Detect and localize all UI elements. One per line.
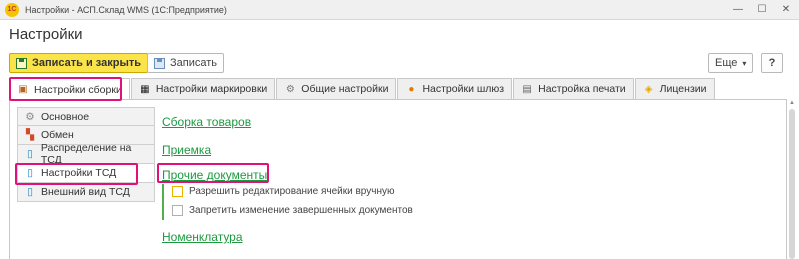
mobile-device-icon: ▯: [27, 186, 33, 198]
tab-gateway-settings[interactable]: ● Настройки шлюз: [397, 78, 513, 99]
settings-icon: ⚙: [25, 110, 35, 123]
save-button[interactable]: Записать: [147, 53, 225, 73]
section-link-goods-picking[interactable]: Сборка товаров: [162, 115, 251, 129]
tab-print-settings[interactable]: ▤ Настройка печати: [513, 78, 634, 99]
highlight-build-settings-tab: [9, 77, 122, 101]
minimize-icon[interactable]: —: [731, 2, 745, 16]
tab-marking-settings[interactable]: ▦ Настройки маркировки: [130, 78, 276, 99]
gateway-icon: ●: [408, 83, 415, 95]
settings-icon: ⚙: [285, 83, 295, 95]
toolbar: Записать и закрыть Записать Еще ▾ ?: [9, 53, 789, 75]
chevron-down-icon: ▾: [742, 58, 747, 68]
sidebar-item-main[interactable]: ⚙ Основное: [17, 107, 155, 126]
other-documents-group: Разрешить редактирование ячейки вручную …: [162, 184, 462, 220]
sidebar-item-tsd-appearance[interactable]: ▯ Внешний вид ТСД: [17, 183, 155, 202]
section-link-receiving[interactable]: Приемка: [162, 143, 211, 157]
section-link-nomenclature[interactable]: Номенклатура: [162, 230, 243, 244]
maximize-icon[interactable]: ☐: [755, 2, 769, 16]
tab-licenses[interactable]: ◈ Лицензии: [634, 78, 715, 99]
app-logo-icon: 1С: [5, 2, 19, 17]
close-icon[interactable]: ✕: [779, 2, 793, 16]
highlight-other-documents-link: [157, 163, 269, 183]
checkbox-forbid-completed-edit[interactable]: Запретить изменение завершенных документ…: [172, 205, 413, 216]
checkbox-box[interactable]: [172, 205, 183, 216]
sidebar-item-tsd-distribution[interactable]: ▯ Распределение на ТСД: [17, 142, 155, 166]
scroll-thumb[interactable]: [789, 109, 795, 259]
window-title: Настройки - АСП.Склад WMS (1С:Предприяти…: [25, 4, 227, 15]
checkbox-box[interactable]: [172, 186, 183, 197]
scroll-up-icon[interactable]: ▲: [788, 99, 796, 107]
help-button[interactable]: ?: [761, 53, 783, 73]
window-titlebar: 1С Настройки - АСП.Склад WMS (1С:Предпри…: [0, 0, 799, 20]
highlight-tsd-settings-item: [15, 163, 138, 185]
qr-code-icon: ▦: [140, 83, 150, 95]
settings-sidebar: ⚙ Основное ▚ Обмен ▯ Распределение на ТС…: [17, 107, 155, 202]
exchange-icon: ▚: [25, 129, 35, 141]
shield-icon: ◈: [644, 83, 653, 95]
checkbox-allow-cell-edit[interactable]: Разрешить редактирование ячейки вручную: [172, 186, 394, 197]
vertical-scrollbar[interactable]: ▲: [788, 99, 796, 259]
more-button[interactable]: Еще ▾: [708, 53, 754, 73]
page-title: Настройки: [9, 26, 83, 43]
save-icon: [16, 57, 27, 69]
mobile-device-icon: ▯: [27, 148, 33, 160]
save-icon: [154, 57, 165, 69]
tab-general-settings[interactable]: ⚙ Общие настройки: [276, 78, 397, 99]
printer-icon: ▤: [522, 83, 532, 95]
save-and-close-button[interactable]: Записать и закрыть: [9, 53, 149, 73]
